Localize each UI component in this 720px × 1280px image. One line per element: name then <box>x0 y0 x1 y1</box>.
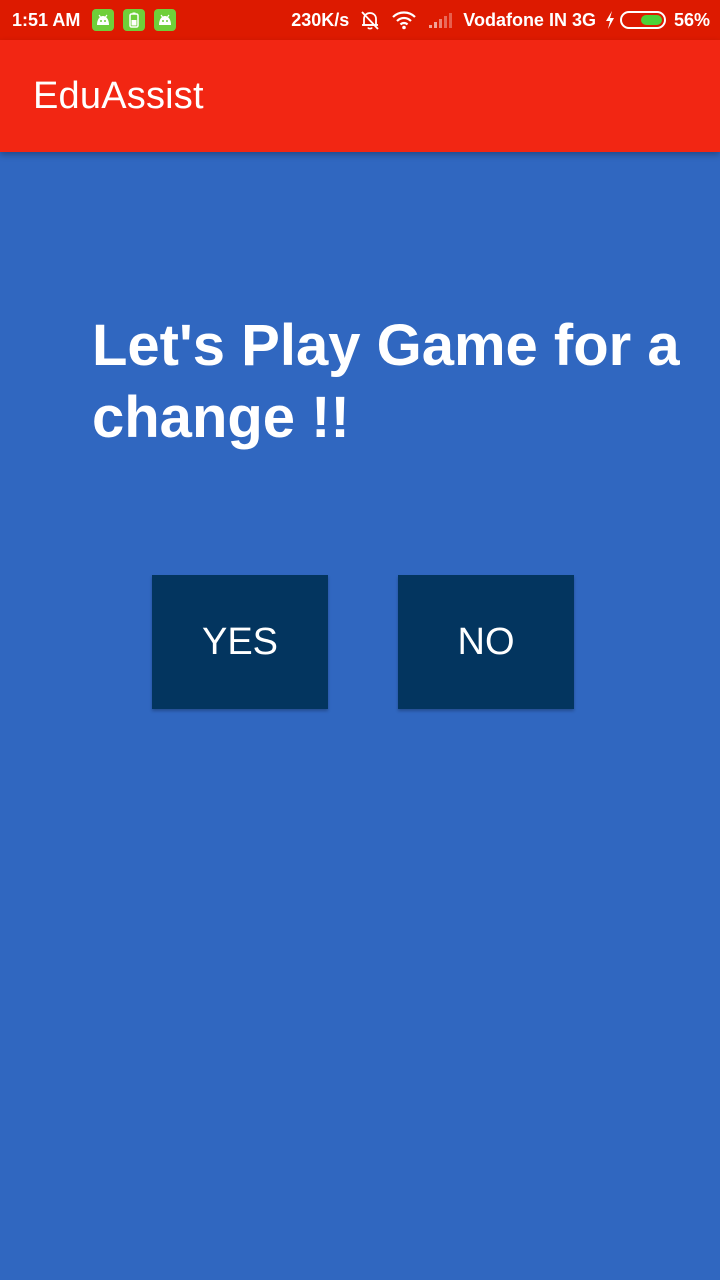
game-prompt-text: Let's Play Game for a change !! <box>92 313 680 450</box>
battery-level-fill <box>640 15 662 25</box>
status-left: 1:51 AM <box>12 9 185 31</box>
carrier-name: Vodafone IN 3G <box>463 9 596 30</box>
status-time: 1:51 AM <box>12 9 81 30</box>
battery-app-icon <box>123 9 146 31</box>
wifi-icon <box>391 10 417 30</box>
battery-icon <box>619 11 666 29</box>
app-bar: EduAssist <box>0 40 720 152</box>
bell-off-icon <box>359 9 381 31</box>
android-icon <box>154 9 177 31</box>
network-speed: 230K/s <box>291 9 350 30</box>
yes-button[interactable]: YES <box>152 575 328 709</box>
signal-icon <box>427 11 453 29</box>
android-icon <box>92 9 115 31</box>
charging-bolt-icon <box>604 10 616 30</box>
status-bar: 1:51 AM 230K/s Vodafone IN 3G 56% <box>0 0 720 40</box>
battery-percent: 56% <box>673 9 710 30</box>
app-title: EduAssist <box>33 74 204 117</box>
status-right: 230K/s Vodafone IN 3G 56% <box>291 9 710 31</box>
no-button[interactable]: NO <box>398 575 574 709</box>
